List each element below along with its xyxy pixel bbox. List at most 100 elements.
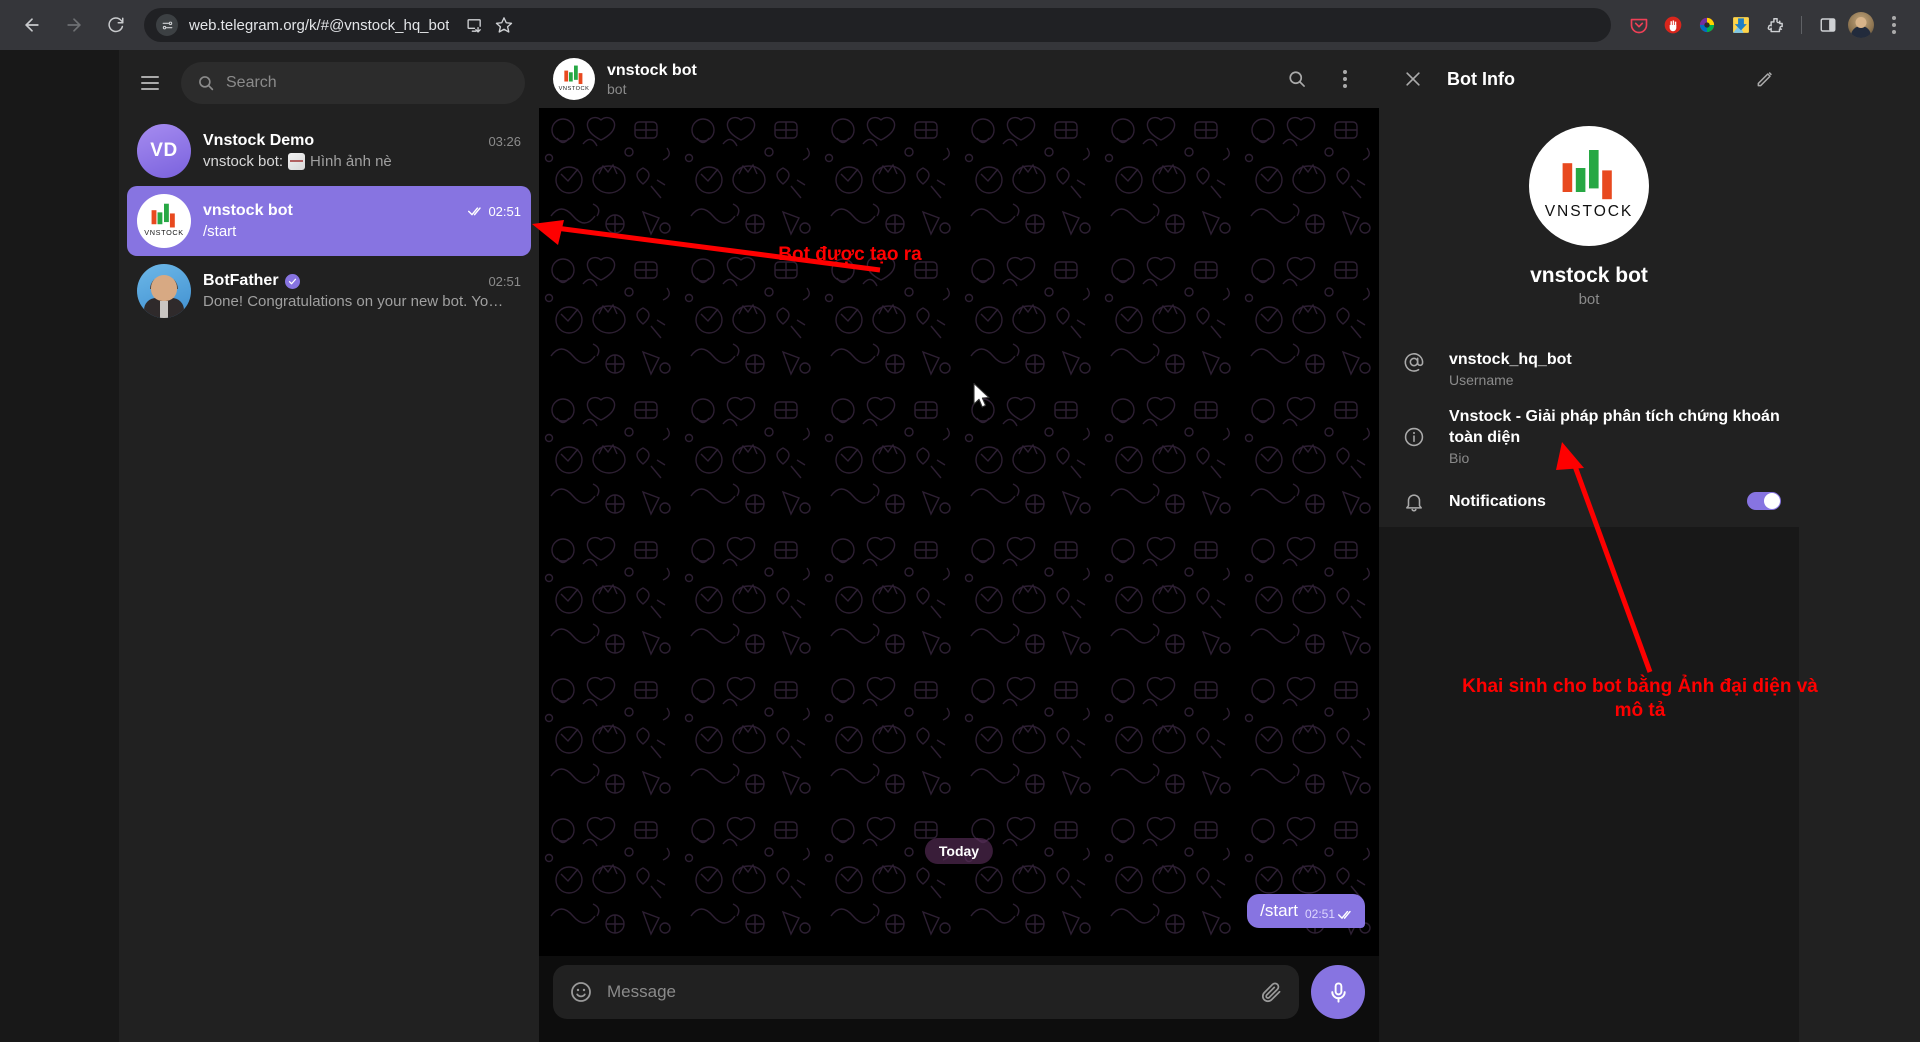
preview-thumbnail-icon <box>288 153 305 170</box>
hamburger-menu-icon[interactable] <box>129 62 171 104</box>
chat-time: 02:51 <box>488 274 521 289</box>
message-bubble-outgoing[interactable]: /start 02:51 <box>1247 894 1365 928</box>
notifications-row[interactable]: Notifications <box>1379 475 1799 527</box>
double-check-icon <box>1338 909 1354 920</box>
paperclip-icon[interactable] <box>1260 981 1283 1004</box>
list-item[interactable]: BotFather 02:51 Done! Congratulations on… <box>127 256 531 326</box>
double-check-icon <box>468 205 484 217</box>
username-label: Username <box>1449 372 1781 388</box>
search-icon <box>197 74 215 92</box>
chat-title: vnstock bot <box>203 202 293 220</box>
chat-list-panel: Search VD Vnstock Demo 03:26 vn <box>119 50 539 1042</box>
list-item-top: vnstock bot 02:51 <box>203 202 521 220</box>
preview-sender: vnstock bot: <box>203 153 283 170</box>
chat-preview: vnstock bot: Hình ảnh nè <box>203 153 521 170</box>
panel-title: Bot Info <box>1447 69 1515 90</box>
avatar <box>137 264 191 318</box>
toolbar-divider <box>1801 16 1802 34</box>
edit-pencil-icon[interactable] <box>1745 59 1785 99</box>
chat-preview: Done! Congratulations on your new bot. Y… <box>203 293 521 310</box>
chat-header-names[interactable]: vnstock bot bot <box>607 62 697 97</box>
bot-info-header: Bot Info <box>1379 50 1799 108</box>
verified-badge-icon <box>285 274 300 289</box>
bookmark-star-icon[interactable] <box>490 11 518 39</box>
smiley-icon[interactable] <box>569 980 593 1004</box>
address-bar[interactable]: web.telegram.org/k/#@vnstock_hq_bot <box>144 8 1611 42</box>
message-meta: 02:51 <box>1305 907 1354 921</box>
message-time: 02:51 <box>1305 907 1335 921</box>
chat-title: Vnstock Demo <box>203 132 314 150</box>
bell-icon <box>1401 489 1427 513</box>
avatar[interactable]: VNSTOCK <box>1529 126 1649 246</box>
chat-header-actions <box>1277 59 1365 99</box>
preview-text: Done! Congratulations on your new bot. Y… <box>203 293 503 310</box>
url-text: web.telegram.org/k/#@vnstock_hq_bot <box>189 17 449 34</box>
bot-status: bot <box>1579 291 1600 308</box>
date-chip: Today <box>925 838 993 864</box>
left-gutter <box>0 50 119 1042</box>
bot-info-panel: Bot Info VNSTOCK vnstock bot bot <box>1379 50 1799 1042</box>
bio-col: Vnstock - Giải pháp phân tích chứng khoá… <box>1449 406 1781 466</box>
list-item-body: Vnstock Demo 03:26 vnstock bot: Hình ảnh… <box>203 132 521 170</box>
message-text: /start <box>1260 901 1298 921</box>
vnstock-logo-icon: VNSTOCK <box>1529 126 1649 246</box>
pocket-extension-icon[interactable] <box>1625 11 1653 39</box>
avatar: VNSTOCK <box>137 194 191 248</box>
page-title: vnstock bot <box>607 62 697 80</box>
omnibox-actions <box>460 11 518 39</box>
mouse-pointer-icon <box>972 382 992 410</box>
bio-row[interactable]: Vnstock - Giải pháp phân tích chứng khoá… <box>1379 397 1799 475</box>
extension-icons <box>1621 11 1908 39</box>
chat-list-items: VD Vnstock Demo 03:26 vnstock bot: Hình … <box>119 116 539 1042</box>
message-input[interactable]: Message <box>607 982 1246 1002</box>
install-app-icon[interactable] <box>460 11 488 39</box>
bot-profile: VNSTOCK vnstock bot bot <box>1379 108 1799 314</box>
chat-header-avatar[interactable]: VNSTOCK <box>553 58 595 100</box>
username-value: vnstock_hq_bot <box>1449 349 1781 370</box>
site-settings-icon[interactable] <box>156 14 178 36</box>
preview-text: Hình ảnh nè <box>310 153 392 170</box>
list-item-body: BotFather 02:51 Done! Congratulations on… <box>203 272 521 310</box>
svg-text:VNSTOCK: VNSTOCK <box>559 86 590 92</box>
chat-area: VNSTOCK vnstock bot bot <box>539 50 1379 1042</box>
browser-toolbar: web.telegram.org/k/#@vnstock_hq_bot <box>0 0 1920 50</box>
avatar: VD <box>137 124 191 178</box>
chrome-menu-icon[interactable] <box>1880 11 1908 39</box>
list-item-top: Vnstock Demo 03:26 <box>203 132 521 150</box>
reload-icon[interactable] <box>96 5 136 45</box>
list-item-body: vnstock bot 02:51 /start <box>203 202 521 240</box>
adblock-extension-icon[interactable] <box>1659 11 1687 39</box>
close-icon[interactable] <box>1393 59 1433 99</box>
puzzle-extensions-icon[interactable] <box>1761 11 1789 39</box>
chat-header-subtitle: bot <box>607 81 697 97</box>
profile-avatar[interactable] <box>1848 12 1874 38</box>
app-root: web.telegram.org/k/#@vnstock_hq_bot <box>0 0 1920 1042</box>
downloader-extension-icon[interactable] <box>1727 11 1755 39</box>
at-sign-icon <box>1401 349 1427 373</box>
svg-text:VNSTOCK: VNSTOCK <box>144 228 184 237</box>
back-arrow-icon[interactable] <box>12 5 52 45</box>
panel-empty-space <box>1379 527 1799 1042</box>
more-vertical-icon[interactable] <box>1325 59 1365 99</box>
chat-time-text: 02:51 <box>488 204 521 219</box>
chat-time: 02:51 <box>468 204 521 219</box>
username-row[interactable]: vnstock_hq_bot Username <box>1379 340 1799 397</box>
notifications-toggle[interactable] <box>1747 492 1781 510</box>
message-scroll-area[interactable]: Today /start 02:51 <box>539 108 1379 956</box>
message-input-wrapper[interactable]: Message <box>553 965 1299 1019</box>
username-col: vnstock_hq_bot Username <box>1449 349 1781 388</box>
chat-preview: /start <box>203 223 521 240</box>
search-input[interactable]: Search <box>181 62 525 104</box>
colorzilla-extension-icon[interactable] <box>1693 11 1721 39</box>
microphone-icon[interactable] <box>1311 965 1365 1019</box>
chat-background-pattern <box>539 108 1379 948</box>
info-circle-icon <box>1401 406 1427 448</box>
list-item[interactable]: VNSTOCK vnstock bot 02:51 /start <box>127 186 531 256</box>
vnstock-logo-icon: VNSTOCK <box>137 194 191 248</box>
list-item[interactable]: VD Vnstock Demo 03:26 vnstock bot: Hình … <box>127 116 531 186</box>
forward-arrow-icon[interactable] <box>54 5 94 45</box>
search-icon[interactable] <box>1277 59 1317 99</box>
side-panel-icon[interactable] <box>1814 11 1842 39</box>
search-placeholder: Search <box>226 74 277 92</box>
chat-time: 03:26 <box>488 134 521 149</box>
